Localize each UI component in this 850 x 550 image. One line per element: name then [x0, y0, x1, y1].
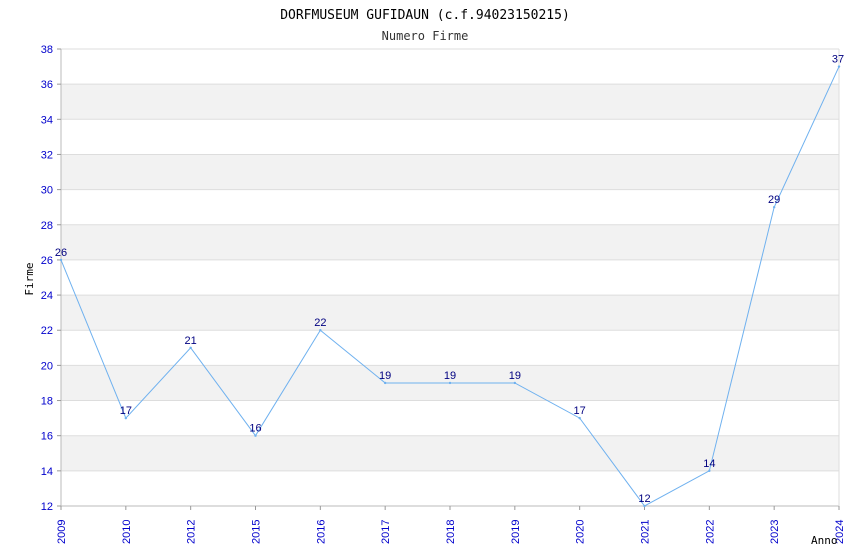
- y-tick-label: 14: [41, 466, 53, 478]
- x-tick-label: 2020: [575, 520, 587, 544]
- background-band: [61, 84, 839, 120]
- data-label: 29: [768, 194, 780, 206]
- y-tick-label: 24: [41, 290, 53, 302]
- chart-title: DORFMUSEUM GUFIDAUN (c.f.94023150215): [280, 8, 570, 23]
- background-band: [61, 435, 839, 471]
- data-label: 19: [379, 370, 391, 382]
- data-label: 17: [574, 405, 586, 417]
- background-band: [61, 295, 839, 331]
- y-tick-label: 18: [41, 396, 53, 408]
- y-tick-label: 22: [41, 325, 53, 337]
- x-axis-label: Anno: [811, 534, 838, 547]
- background-band: [61, 154, 839, 190]
- data-label: 14: [703, 458, 715, 470]
- y-tick-labels: 12 14 16 18 20 22 24 26 28 30 32 34 36 38: [41, 44, 53, 513]
- y-tick-label: 38: [41, 44, 53, 56]
- data-label: 21: [185, 335, 197, 347]
- data-label: 22: [314, 317, 326, 329]
- data-point: [59, 258, 63, 262]
- x-tick-label: 2015: [251, 520, 263, 544]
- y-tick-label: 16: [41, 431, 53, 443]
- data-label: 12: [638, 493, 650, 505]
- x-tick-label: 2022: [704, 520, 716, 544]
- data-label: 26: [55, 247, 67, 259]
- x-tick-label: 2019: [510, 520, 522, 544]
- x-tick-label: 2010: [121, 520, 133, 544]
- data-point: [124, 416, 128, 420]
- data-label: 17: [120, 405, 132, 417]
- data-point: [319, 329, 322, 332]
- data-label: 37: [832, 54, 844, 66]
- data-point: [708, 469, 711, 473]
- plot-background-bands: [61, 84, 839, 471]
- background-band: [61, 224, 839, 260]
- y-tick-label: 26: [41, 255, 53, 267]
- x-tick-label: 2009: [56, 520, 68, 544]
- data-point: [643, 504, 646, 508]
- data-point: [189, 346, 192, 350]
- y-tick-label: 28: [41, 220, 53, 232]
- y-tick-label: 12: [41, 501, 53, 513]
- data-point: [772, 205, 776, 209]
- data-label: 16: [249, 423, 261, 435]
- y-tick-label: 36: [41, 79, 53, 91]
- y-axis-label: Firme: [23, 262, 36, 295]
- x-tick-label: 2023: [769, 520, 781, 544]
- y-tick-label: 20: [41, 360, 53, 372]
- y-tick-label: 34: [41, 114, 53, 126]
- x-tick-labels: 2009 2010 2012 2015 2016 2017 2018 2019 2020 2021…: [56, 520, 846, 544]
- data-label: 19: [509, 370, 521, 382]
- x-tick-label: 2017: [380, 520, 392, 544]
- y-tick-label: 30: [41, 185, 53, 197]
- x-tick-label: 2012: [186, 520, 198, 544]
- data-point: [448, 381, 452, 385]
- data-label: 19: [444, 370, 456, 382]
- data-point: [578, 416, 581, 420]
- y-tick-label: 32: [41, 149, 53, 161]
- line-chart: 261721162219 19 191712142937 1214161820222…: [23, 8, 846, 547]
- data-point: [254, 434, 257, 437]
- x-tick-label: 2016: [315, 520, 327, 544]
- chart-subtitle: Numero Firme: [382, 29, 469, 43]
- data-point: [383, 381, 387, 385]
- x-tick-label: 2021: [640, 520, 652, 544]
- data-point: [513, 381, 517, 385]
- data-point: [837, 65, 841, 68]
- x-tick-label: 2018: [445, 520, 457, 544]
